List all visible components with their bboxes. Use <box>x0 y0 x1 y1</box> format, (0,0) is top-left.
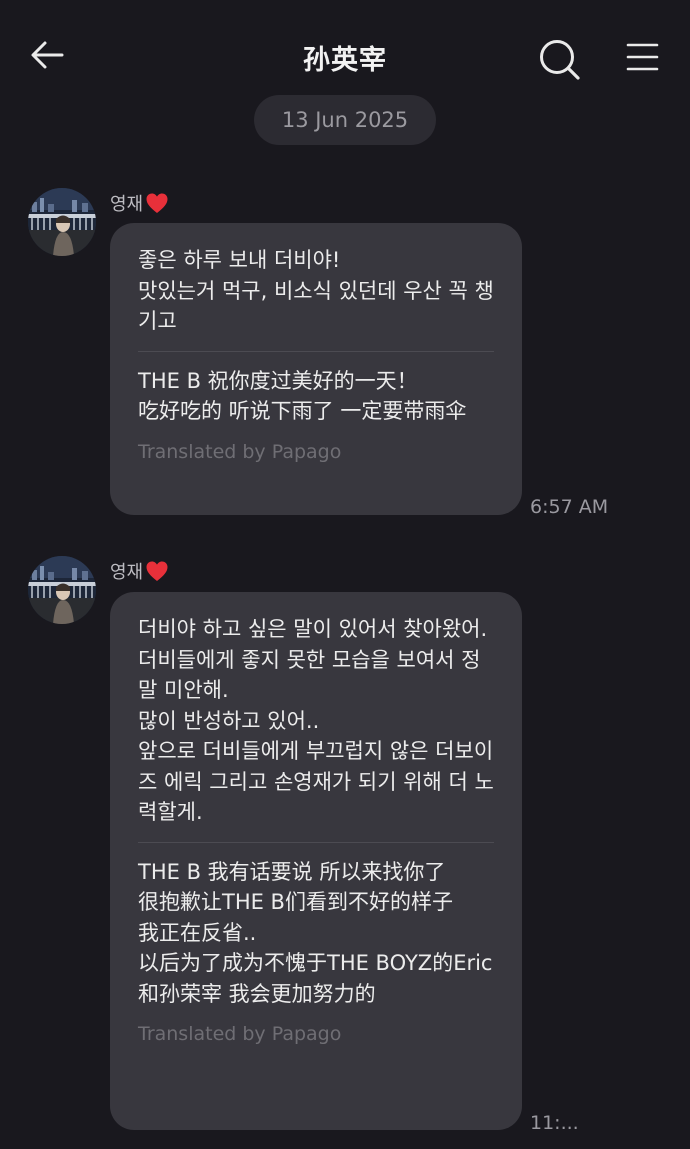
original-text: 더비야 하고 싶은 말이 있어서 찾아왔어. 더비들에게 좋지 못한 모습을 보… <box>138 617 494 824</box>
avatar-image <box>28 556 96 624</box>
sender-label: 영재 <box>110 562 144 583</box>
message-bubble[interactable]: 더비야 하고 싶은 말이 있어서 찾아왔어. 더비들에게 좋지 못한 모습을 보… <box>110 592 522 1130</box>
divider <box>138 841 494 843</box>
avatar-image <box>28 188 96 256</box>
chat-screen: 孙英宰 13 Jun 2025 영재 좋은 하루 보내 더비야! 맛있는거 먹구… <box>0 0 690 1149</box>
chat-title: 孙英宰 <box>303 45 387 76</box>
sender-name: 영재 <box>110 558 169 584</box>
sender-label: 영재 <box>110 194 144 215</box>
translation-attribution: Translated by Papago <box>138 440 342 463</box>
date-separator: 13 Jun 2025 <box>254 95 436 145</box>
menu-button[interactable] <box>622 38 662 78</box>
search-button[interactable] <box>536 36 582 82</box>
divider <box>138 350 494 352</box>
hamburger-menu-icon <box>626 43 659 71</box>
avatar[interactable] <box>28 188 96 256</box>
avatar[interactable] <box>28 556 96 624</box>
original-text: 좋은 하루 보내 더비야! 맛있는거 먹구, 비소식 있던데 우산 꼭 챙기고 <box>138 248 494 333</box>
heart-icon <box>146 193 168 213</box>
message-time: 11:... <box>530 1112 579 1134</box>
search-icon <box>540 40 580 80</box>
heart-icon <box>146 561 168 581</box>
sender-name: 영재 <box>110 190 169 216</box>
translated-text: THE B 祝你度过美好的一天！ 吃好吃的 听说下雨了 一定要带雨伞 <box>138 368 467 424</box>
translation-attribution: Translated by Papago <box>138 1023 342 1045</box>
message-bubble[interactable]: 좋은 하루 보내 더비야! 맛있는거 먹구, 비소식 있던데 우산 꼭 챙기고 … <box>110 223 522 515</box>
translated-text: THE B 我有话要说 所以来找你了 很抱歉让THE B们看到不好的样子 我正在… <box>138 859 493 1006</box>
message-time: 6:57 AM <box>530 496 609 518</box>
